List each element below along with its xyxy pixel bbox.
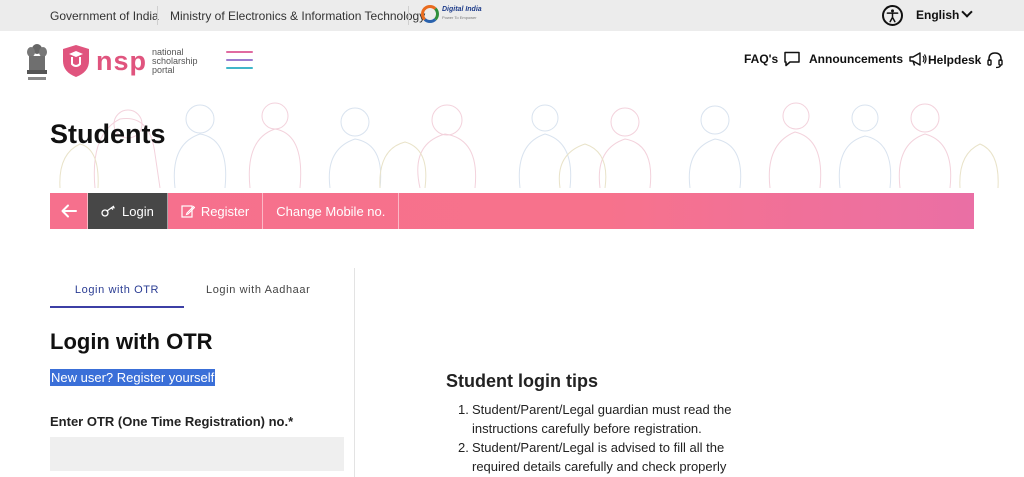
- announcements-label: Announcements: [809, 52, 904, 66]
- headset-icon: [987, 52, 1004, 69]
- register-nav-button[interactable]: Register: [168, 193, 264, 229]
- list-item-text: Student/Parent/Legal is advised to fill …: [472, 440, 727, 474]
- back-arrow-icon[interactable]: [50, 193, 88, 229]
- list-item-text: Student/Parent/Legal guardian must read …: [472, 402, 732, 436]
- column-divider: [354, 268, 355, 477]
- nsp-logo[interactable]: nsp: [61, 45, 147, 77]
- register-yourself-link[interactable]: New user? Register yourself: [50, 369, 216, 386]
- list-item: 1. Student/Parent/Legal guardian must re…: [458, 400, 758, 438]
- tips-list: 1. Student/Parent/Legal guardian must re…: [458, 400, 758, 476]
- tab-login-with-otr[interactable]: Login with OTR: [50, 284, 184, 296]
- edit-icon: [181, 205, 195, 218]
- digital-india-logo[interactable]: Digital India Power To Empower: [421, 5, 482, 23]
- login-heading: Login with OTR: [50, 329, 213, 354]
- national-emblem-logo: [24, 42, 50, 84]
- helpdesk-link[interactable]: Helpdesk: [928, 51, 1004, 69]
- government-top-bar: Government of India Ministry of Electron…: [0, 0, 1024, 31]
- nsp-tagline-line: portal: [152, 65, 175, 75]
- list-item: 2. Student/Parent/Legal is advised to fi…: [458, 438, 758, 476]
- helpdesk-label: Helpdesk: [928, 53, 982, 67]
- ministry-link[interactable]: Ministry of Electronics & Information Te…: [170, 9, 425, 23]
- chat-bubble-icon: [784, 51, 800, 67]
- announcements-link[interactable]: Announcements: [809, 51, 928, 67]
- change-mobile-nav-label: Change Mobile no.: [276, 203, 386, 219]
- divider: [157, 6, 158, 25]
- hamburger-menu-icon[interactable]: [226, 51, 253, 73]
- digital-india-label: Digital India: [442, 6, 482, 13]
- chevron-down-icon[interactable]: [961, 6, 973, 18]
- digital-india-tagline: Power To Empower: [442, 15, 477, 20]
- tips-heading: Student login tips: [446, 371, 598, 391]
- otr-number-input[interactable]: [50, 437, 344, 471]
- divider: [408, 6, 409, 25]
- language-selector[interactable]: English: [916, 8, 959, 22]
- active-tab-indicator: [50, 306, 184, 308]
- key-icon: [101, 205, 115, 217]
- list-item-number: 2.: [458, 440, 469, 455]
- government-of-india-link[interactable]: Government of India: [50, 9, 159, 23]
- page-title: Students: [50, 119, 166, 149]
- megaphone-icon: [909, 52, 927, 66]
- nsp-tagline: national scholarship portal: [152, 48, 198, 75]
- faqs-label: FAQ's: [744, 52, 779, 66]
- tab-login-with-aadhaar[interactable]: Login with Aadhaar: [206, 284, 310, 296]
- login-nav-label: Login: [122, 203, 154, 219]
- nsp-wordmark: nsp: [96, 45, 148, 76]
- accessibility-icon[interactable]: [882, 5, 903, 26]
- student-action-nav: Login Register Change Mobile no.: [50, 193, 974, 229]
- list-item-number: 1.: [458, 402, 469, 417]
- digital-india-icon: [421, 5, 439, 23]
- login-nav-button[interactable]: Login: [88, 193, 168, 229]
- nsp-shield-icon: [63, 45, 89, 77]
- register-nav-label: Register: [200, 203, 250, 219]
- faqs-link[interactable]: FAQ's: [744, 51, 801, 67]
- change-mobile-nav-button[interactable]: Change Mobile no.: [263, 193, 400, 229]
- otr-field-label: Enter OTR (One Time Registration) no.*: [50, 414, 294, 429]
